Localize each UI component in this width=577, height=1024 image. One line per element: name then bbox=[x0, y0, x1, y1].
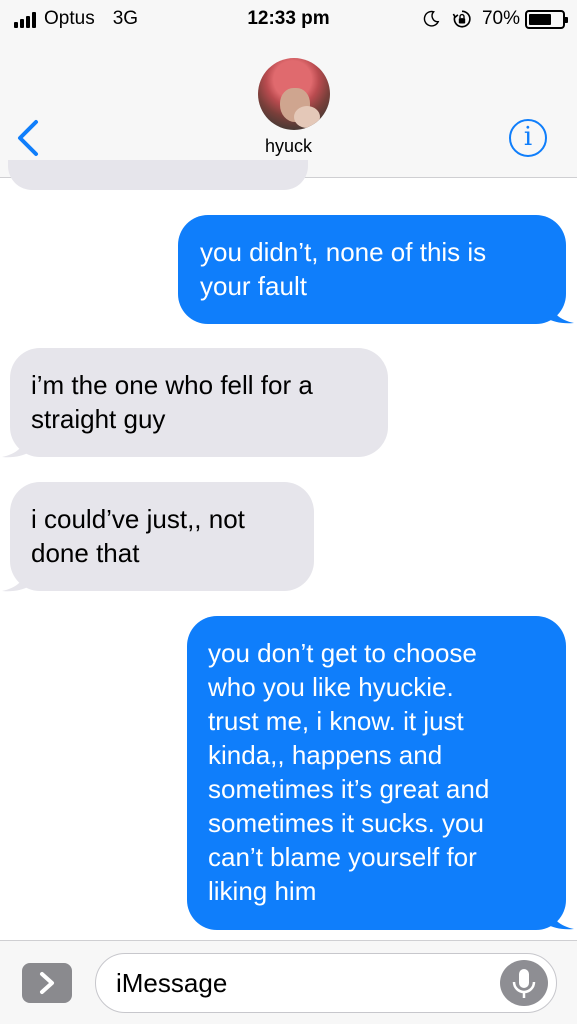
message-text: you don’t get to choose who you like hyu… bbox=[208, 638, 490, 906]
outgoing-message-bubble[interactable]: you don’t get to choose who you like hyu… bbox=[187, 616, 566, 930]
battery-icon bbox=[525, 9, 568, 29]
message-text: i could’ve just,, not done that bbox=[31, 504, 245, 568]
chevron-right-icon bbox=[40, 972, 54, 994]
microphone-button[interactable] bbox=[500, 960, 548, 1006]
message-input[interactable]: iMessage bbox=[95, 953, 557, 1013]
incoming-bubble-tail bbox=[2, 564, 30, 592]
previous-message-bubble bbox=[8, 160, 308, 190]
contact-name[interactable]: hyuck bbox=[0, 136, 577, 157]
conversation-header: Optus 3G 12:33 pm 70% hyuck i bbox=[0, 0, 577, 178]
contact-avatar[interactable] bbox=[258, 58, 330, 130]
compose-bar: iMessage bbox=[0, 940, 577, 1024]
battery-fill bbox=[529, 13, 551, 25]
battery-percentage: 70% bbox=[481, 8, 520, 29]
avatar-hand bbox=[294, 106, 320, 128]
outgoing-bubble-tail bbox=[546, 902, 574, 930]
outgoing-message-bubble[interactable]: you didn’t, none of this is your fault bbox=[178, 215, 566, 324]
outgoing-bubble-tail bbox=[546, 296, 574, 324]
incoming-bubble-tail bbox=[2, 430, 30, 458]
moon-icon bbox=[423, 10, 440, 27]
app-drawer-button[interactable] bbox=[22, 963, 72, 1003]
info-button[interactable]: i bbox=[509, 119, 547, 157]
message-input-placeholder: iMessage bbox=[116, 968, 228, 998]
status-right: 70% bbox=[422, 8, 568, 30]
rotation-lock-icon bbox=[452, 10, 471, 28]
message-text: i’m the one who fell for a straight guy bbox=[31, 370, 313, 434]
status-bar: Optus 3G 12:33 pm 70% bbox=[0, 0, 577, 40]
microphone-icon bbox=[512, 969, 536, 998]
message-text: you didn’t, none of this is your fault bbox=[200, 237, 487, 301]
incoming-message-bubble[interactable]: i could’ve just,, not done that bbox=[10, 482, 314, 591]
incoming-message-bubble[interactable]: i’m the one who fell for a straight guy bbox=[10, 348, 388, 457]
